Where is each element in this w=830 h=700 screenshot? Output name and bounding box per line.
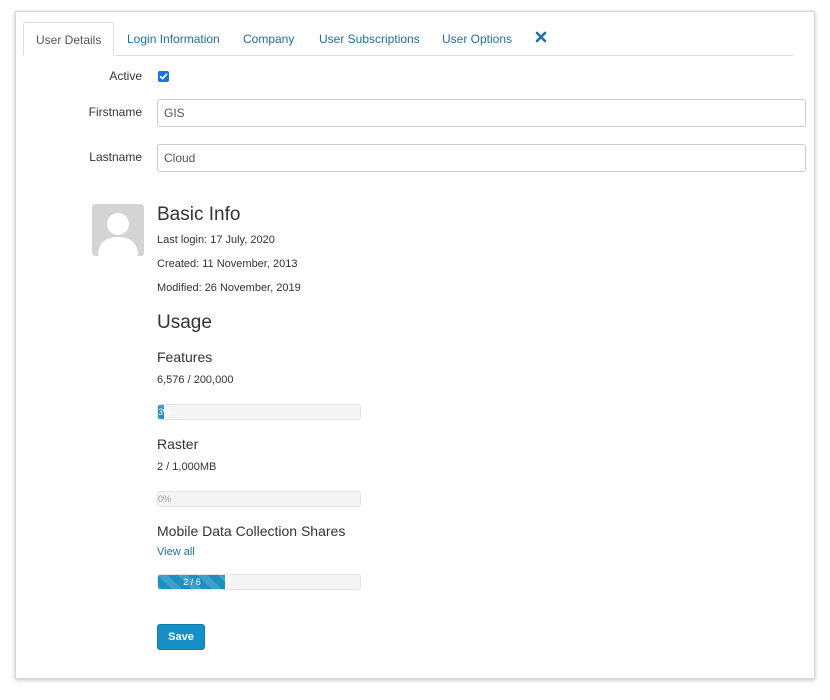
features-progress-bar: 3% <box>157 404 361 420</box>
tab-user-options[interactable]: User Options <box>442 22 512 55</box>
close-icon[interactable] <box>535 30 549 44</box>
lastname-input[interactable] <box>157 144 806 172</box>
shares-progress-text: 2 / 6 <box>183 577 201 587</box>
features-count: 6,576 / 200,000 <box>157 374 234 386</box>
firstname-label: Firstname <box>88 105 142 119</box>
user-details-panel: User Details Login Information Company U… <box>15 11 815 679</box>
active-label: Active <box>109 69 142 83</box>
features-progress-text: 3% <box>158 407 172 417</box>
shares-progress-bar: 2 / 6 <box>157 574 361 590</box>
tab-company[interactable]: Company <box>243 22 294 55</box>
view-all-link[interactable]: View all <box>157 546 195 558</box>
lastname-label: Lastname <box>89 150 142 164</box>
created-text: Created: 11 November, 2013 <box>157 258 298 270</box>
user-placeholder-icon <box>92 204 144 256</box>
last-login-text: Last login: 17 July, 2020 <box>157 234 275 246</box>
tab-bar: User Details Login Information Company U… <box>23 22 793 56</box>
features-label: Features <box>157 349 213 365</box>
firstname-input[interactable] <box>157 99 806 127</box>
shares-label: Mobile Data Collection Shares <box>157 523 346 539</box>
active-checkbox[interactable] <box>158 71 169 82</box>
raster-label: Raster <box>157 436 199 452</box>
check-icon <box>159 73 168 80</box>
usage-heading: Usage <box>157 312 212 333</box>
raster-progress-bar: 0% <box>157 491 361 507</box>
basic-info-heading: Basic Info <box>157 204 241 225</box>
raster-count: 2 / 1,000MB <box>157 461 217 473</box>
raster-progress-text: 0% <box>158 494 172 504</box>
tab-user-details[interactable]: User Details <box>23 22 115 56</box>
tab-login-information[interactable]: Login Information <box>127 22 220 55</box>
tab-user-subscriptions[interactable]: User Subscriptions <box>319 22 420 55</box>
modified-text: Modified: 26 November, 2019 <box>157 282 301 294</box>
save-button[interactable]: Save <box>157 624 205 650</box>
